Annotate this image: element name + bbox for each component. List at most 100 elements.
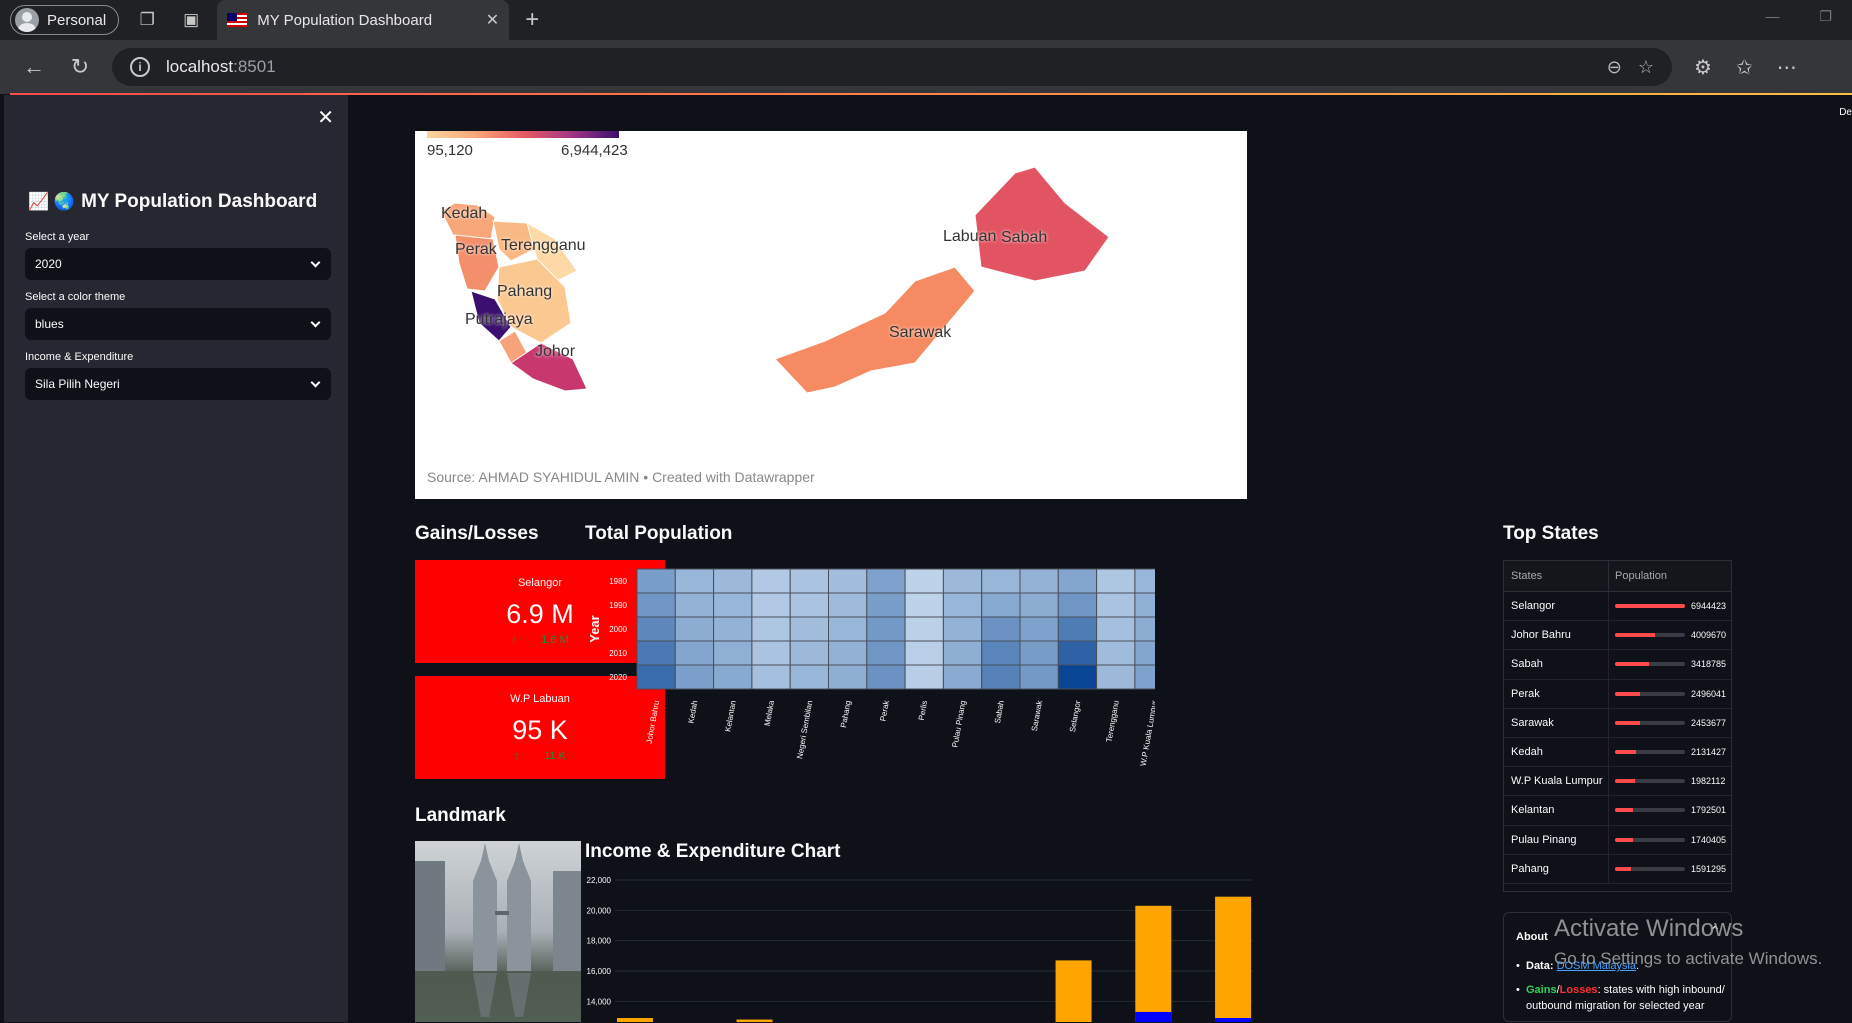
year-label: Select a year	[25, 231, 90, 243]
population-progress-fill	[1615, 779, 1635, 784]
heatmap-cell	[904, 664, 944, 690]
map-label-putrajaya: Putrajaya	[465, 311, 533, 328]
heatmap-cell	[904, 640, 944, 666]
table-row[interactable]: Perak 2496041	[1504, 679, 1731, 709]
table-row[interactable]: Pulau Pinang 1740405	[1504, 825, 1731, 855]
heatmap-cell	[866, 640, 906, 666]
back-arrow-icon[interactable]: ←	[14, 47, 54, 87]
state-cell: Pahang	[1504, 854, 1609, 883]
zoom-icon[interactable]: ⊖	[1607, 57, 1622, 78]
population-progress-bar	[1615, 837, 1685, 842]
theme-select[interactable]: blues	[25, 308, 331, 340]
close-sidebar-icon[interactable]: ✕	[317, 105, 334, 130]
population-value: 1982112	[1691, 776, 1726, 787]
population-value: 3418785	[1691, 659, 1727, 670]
heatmap-cell	[1057, 592, 1098, 618]
table-row[interactable]: Pahang 1591295	[1504, 854, 1731, 884]
heatmap-cell	[1096, 616, 1136, 642]
heatmap-state-label: W.P Kuala Lumpur	[1139, 699, 1155, 766]
heatmap-cell	[942, 664, 983, 690]
population-value: 1591295	[1691, 863, 1727, 874]
heatmap-state-label: Terengganu	[1105, 700, 1121, 743]
heatmap-cell	[789, 640, 829, 666]
population-value: 6944423	[1691, 601, 1727, 612]
more-menu-icon[interactable]: ⋯	[1777, 55, 1797, 80]
reload-icon[interactable]: ↻	[60, 47, 100, 87]
arrow-up-icon: ↑	[511, 634, 517, 646]
table-row[interactable]: Sabah 3418785	[1504, 650, 1731, 680]
url-field[interactable]: i localhost:8501 ⊖ ☆	[112, 48, 1672, 86]
map-label-perak: Perak	[455, 241, 497, 258]
population-value: 1740405	[1691, 834, 1727, 845]
close-tab-icon[interactable]: ✕	[486, 10, 499, 30]
income-select[interactable]: Sila Pilih Negeri	[25, 368, 331, 400]
population-cell: 2131427	[1609, 747, 1726, 757]
col-header-population[interactable]: Population	[1609, 570, 1667, 582]
restore-icon[interactable]: ❐	[1819, 8, 1832, 25]
tab-actions-icon[interactable]: ▣	[177, 6, 205, 34]
top-states-title: Top States	[1503, 523, 1599, 544]
heatmap-cell	[674, 568, 715, 594]
heatmap-cell	[866, 616, 906, 642]
population-value: 2131427	[1691, 747, 1727, 758]
table-row[interactable]: Selangor 6944423	[1504, 592, 1731, 622]
heatmap-cell	[1096, 664, 1136, 690]
state-cell: Sabah	[1504, 650, 1609, 679]
heatmap-state-label: Perlis	[917, 700, 929, 721]
population-progress-fill	[1615, 604, 1685, 609]
table-row[interactable]: W.P Kuala Lumpur 1982112	[1504, 767, 1731, 797]
extensions-icon[interactable]: ⚙	[1694, 55, 1712, 80]
heatmap-cell	[981, 568, 1021, 594]
url-host: localhost	[166, 57, 234, 76]
site-info-icon[interactable]: i	[130, 57, 150, 77]
population-progress-bar	[1615, 779, 1685, 784]
heatmap-cell	[636, 640, 676, 666]
population-progress-fill	[1615, 633, 1656, 638]
population-progress-bar	[1615, 691, 1685, 696]
profile-label: Personal	[47, 11, 107, 29]
heatmap-cell	[1096, 592, 1136, 618]
new-tab-icon[interactable]: +	[525, 6, 539, 34]
map-label-labuan: Labuan	[943, 228, 997, 245]
heatmap-cell	[713, 640, 753, 666]
table-row[interactable]: Sarawak 2453677	[1504, 708, 1731, 738]
heatmap-cell	[751, 592, 791, 618]
state-cell: Kedah	[1504, 737, 1609, 767]
heatmap-cell	[789, 592, 829, 618]
browser-tab[interactable]: MY Population Dashboard ✕	[217, 0, 510, 40]
heatmap-cell	[1134, 592, 1155, 618]
favorite-star-icon[interactable]: ☆	[1638, 57, 1654, 78]
table-row[interactable]: Johor Bahru 4009670	[1504, 621, 1731, 651]
avatar-icon	[15, 8, 39, 32]
minimize-icon[interactable]: —	[1765, 8, 1779, 25]
heatmap-cell	[828, 640, 868, 666]
heatmap-cell	[904, 616, 944, 642]
heatmap-state-label: Sarawak	[1030, 699, 1044, 732]
heatmap-state-label: Perak	[878, 699, 891, 722]
state-cell: Kelantan	[1504, 796, 1609, 825]
population-value: 1792501	[1691, 805, 1727, 816]
heatmap-year-label: 1980	[609, 577, 627, 586]
heatmap-cell	[713, 616, 753, 642]
collections-icon[interactable]: ❐	[133, 6, 161, 34]
heatmap-cell	[713, 664, 753, 690]
total-population-title: Total Population	[585, 523, 733, 544]
heatmap-cell	[751, 640, 791, 666]
bar-ytick-label: 14,000	[587, 997, 612, 1006]
heatmap-cell	[789, 664, 829, 690]
top-states-table[interactable]: States Population Selangor 6944423 Johor B…	[1503, 560, 1732, 892]
profile-button[interactable]: Personal	[10, 5, 120, 35]
deploy-button-clipped[interactable]: De	[1839, 107, 1852, 118]
favorites-icon[interactable]: ✩	[1736, 55, 1753, 80]
heatmap-ylabel: Year	[587, 615, 602, 642]
col-header-states[interactable]: States	[1504, 561, 1609, 591]
gains-word: Gains	[1526, 983, 1557, 996]
table-row[interactable]: Kelantan 1792501	[1504, 796, 1731, 826]
table-row[interactable]: Kedah 2131427	[1504, 737, 1731, 768]
year-select[interactable]: 2020	[25, 248, 331, 280]
heatmap-cell	[1019, 568, 1059, 594]
main-content: De 95,120 6,944,423 Kedah Perak Terengga…	[348, 95, 1852, 1022]
population-cell: 1982112	[1609, 776, 1725, 786]
heatmap-cell	[981, 640, 1021, 666]
heatmap-cell	[1134, 616, 1155, 642]
